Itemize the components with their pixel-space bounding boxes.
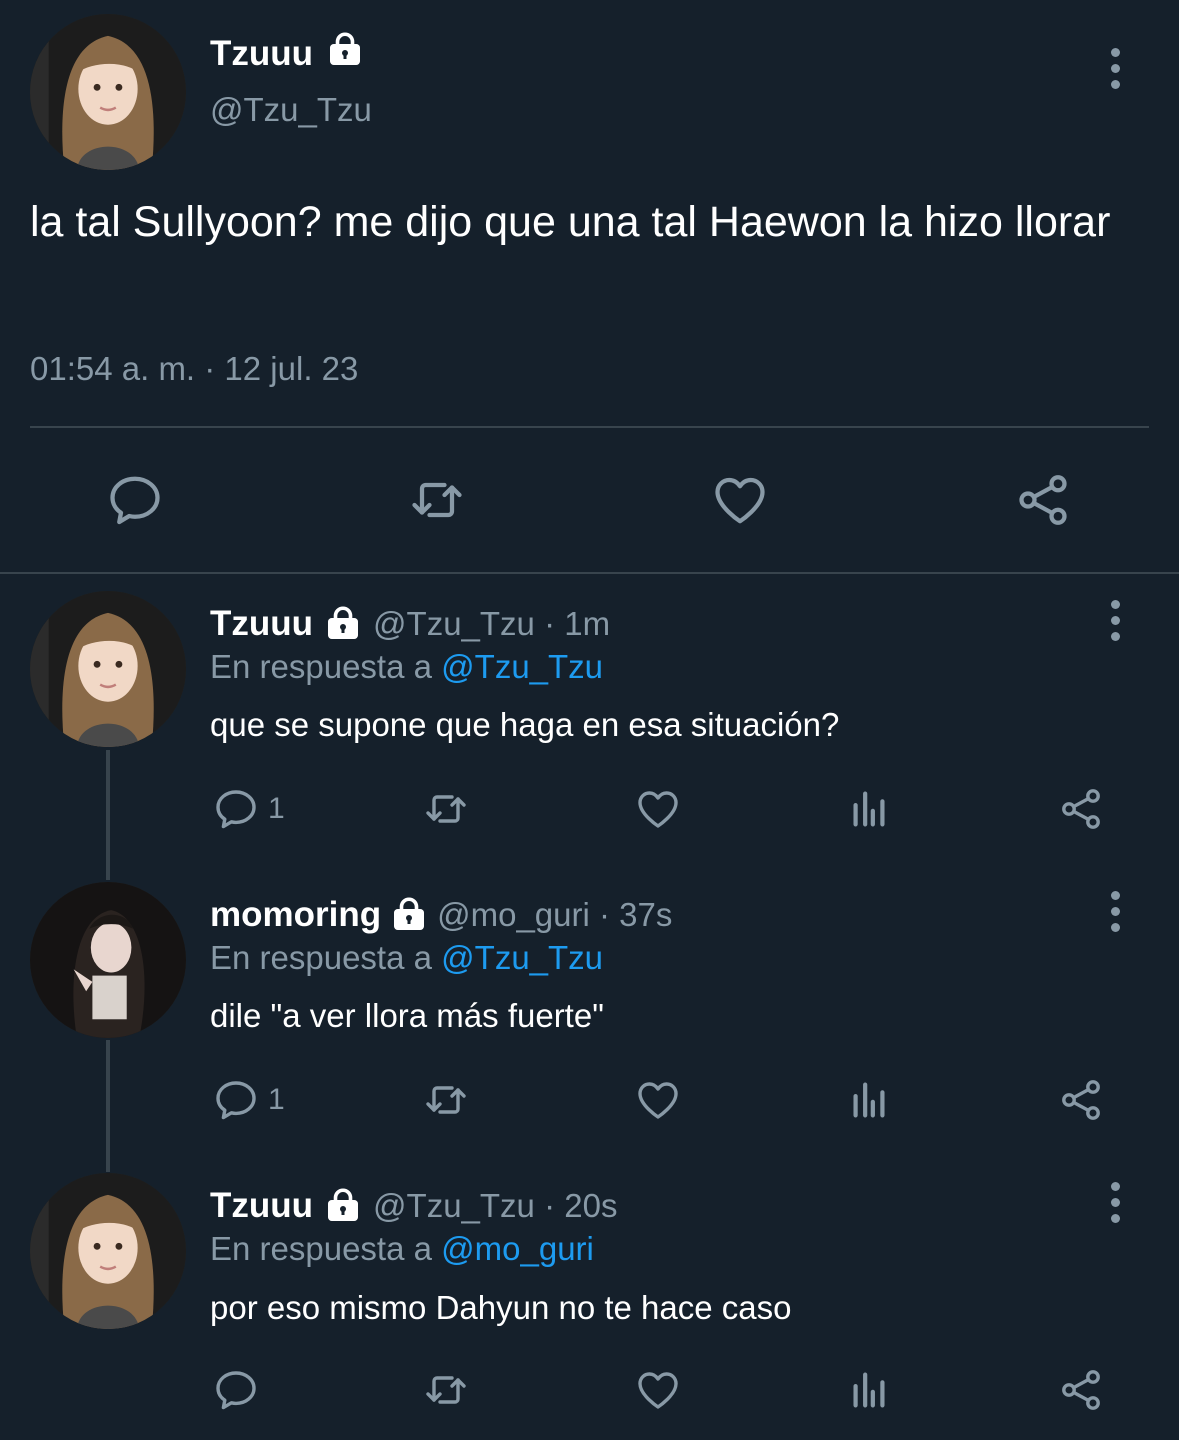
thread-line xyxy=(106,750,110,880)
like-button[interactable] xyxy=(633,1366,683,1414)
display-name[interactable]: momoring xyxy=(210,895,381,935)
reply-button[interactable] xyxy=(212,1366,260,1414)
avatar[interactable] xyxy=(30,882,186,1038)
share-button[interactable] xyxy=(1013,470,1073,530)
analytics-button[interactable] xyxy=(846,1076,892,1124)
reply-button[interactable] xyxy=(105,470,165,530)
heart-icon xyxy=(633,1076,683,1124)
more-vertical-icon[interactable] xyxy=(1105,48,1125,89)
analytics-button[interactable] xyxy=(846,785,892,833)
divider xyxy=(30,426,1149,428)
retweet-button[interactable] xyxy=(418,1076,474,1124)
reply-icon xyxy=(212,1076,260,1124)
retweet-icon xyxy=(418,1366,474,1414)
share-icon xyxy=(1056,1366,1106,1414)
tweet-text: dile "a ver llora más fuerte" xyxy=(210,997,604,1034)
heart-icon xyxy=(633,785,683,833)
analytics-icon xyxy=(846,785,892,833)
reply-prefix: En respuesta a xyxy=(210,1230,432,1267)
avatar-image xyxy=(30,14,186,170)
analytics-icon xyxy=(846,1366,892,1414)
tweet-meta[interactable]: @Tzu_Tzu · 1m xyxy=(373,605,610,643)
share-button[interactable] xyxy=(1056,1366,1106,1414)
retweet-button[interactable] xyxy=(418,1366,474,1414)
reply-icon xyxy=(105,470,165,530)
tweet-meta[interactable]: @mo_guri · 37s xyxy=(437,896,672,934)
avatar[interactable] xyxy=(30,1173,186,1329)
heart-icon xyxy=(709,470,771,530)
reply-to-link[interactable]: @Tzu_Tzu xyxy=(441,939,603,976)
thread-line xyxy=(106,1040,110,1172)
reply-icon xyxy=(212,1366,260,1414)
reply-prefix: En respuesta a xyxy=(210,648,432,685)
lock-icon xyxy=(325,606,361,642)
retweet-icon xyxy=(418,785,474,833)
retweet-button[interactable] xyxy=(418,785,474,833)
share-button[interactable] xyxy=(1056,1076,1106,1124)
handle[interactable]: @Tzu_Tzu xyxy=(210,91,372,129)
lock-icon xyxy=(325,1188,361,1224)
share-icon xyxy=(1056,785,1106,833)
tweet-meta[interactable]: @Tzu_Tzu · 20s xyxy=(373,1187,617,1225)
tweet-text: que se supone que haga en esa situación? xyxy=(210,706,840,743)
share-icon xyxy=(1056,1076,1106,1124)
timestamp: 01:54 a. m. · 12 jul. 23 xyxy=(30,350,359,387)
avatar[interactable] xyxy=(30,14,186,170)
tweet-text: la tal Sullyoon? me dijo que una tal Hae… xyxy=(30,198,1111,246)
like-button[interactable] xyxy=(709,470,771,530)
retweet-icon xyxy=(404,470,470,530)
avatar[interactable] xyxy=(30,591,186,747)
reply-prefix: En respuesta a xyxy=(210,939,432,976)
section-divider xyxy=(0,572,1179,574)
more-vertical-icon[interactable] xyxy=(1105,891,1125,932)
reply-count: 1 xyxy=(268,1083,285,1116)
lock-icon xyxy=(327,32,363,68)
analytics-button[interactable] xyxy=(846,1366,892,1414)
avatar-image xyxy=(30,591,186,747)
retweet-button[interactable] xyxy=(404,470,470,530)
reply-to-link[interactable]: @mo_guri xyxy=(441,1230,594,1267)
reply-icon xyxy=(212,785,260,833)
reply-to-link[interactable]: @Tzu_Tzu xyxy=(441,648,603,685)
reply-button[interactable]: 1 xyxy=(212,785,285,833)
reply-count: 1 xyxy=(268,792,285,825)
share-button[interactable] xyxy=(1056,785,1106,833)
more-vertical-icon[interactable] xyxy=(1105,1182,1125,1223)
display-name[interactable]: Tzuuu xyxy=(210,34,313,74)
display-name[interactable]: Tzuuu xyxy=(210,604,313,644)
more-vertical-icon[interactable] xyxy=(1105,600,1125,641)
lock-icon xyxy=(391,897,427,933)
tweet-text: por eso mismo Dahyun no te hace caso xyxy=(210,1289,792,1326)
reply-button[interactable]: 1 xyxy=(212,1076,285,1124)
like-button[interactable] xyxy=(633,1076,683,1124)
heart-icon xyxy=(633,1366,683,1414)
share-icon xyxy=(1013,470,1073,530)
avatar-image xyxy=(30,1173,186,1329)
like-button[interactable] xyxy=(633,785,683,833)
avatar-image xyxy=(30,882,186,1038)
retweet-icon xyxy=(418,1076,474,1124)
display-name[interactable]: Tzuuu xyxy=(210,1186,313,1226)
analytics-icon xyxy=(846,1076,892,1124)
